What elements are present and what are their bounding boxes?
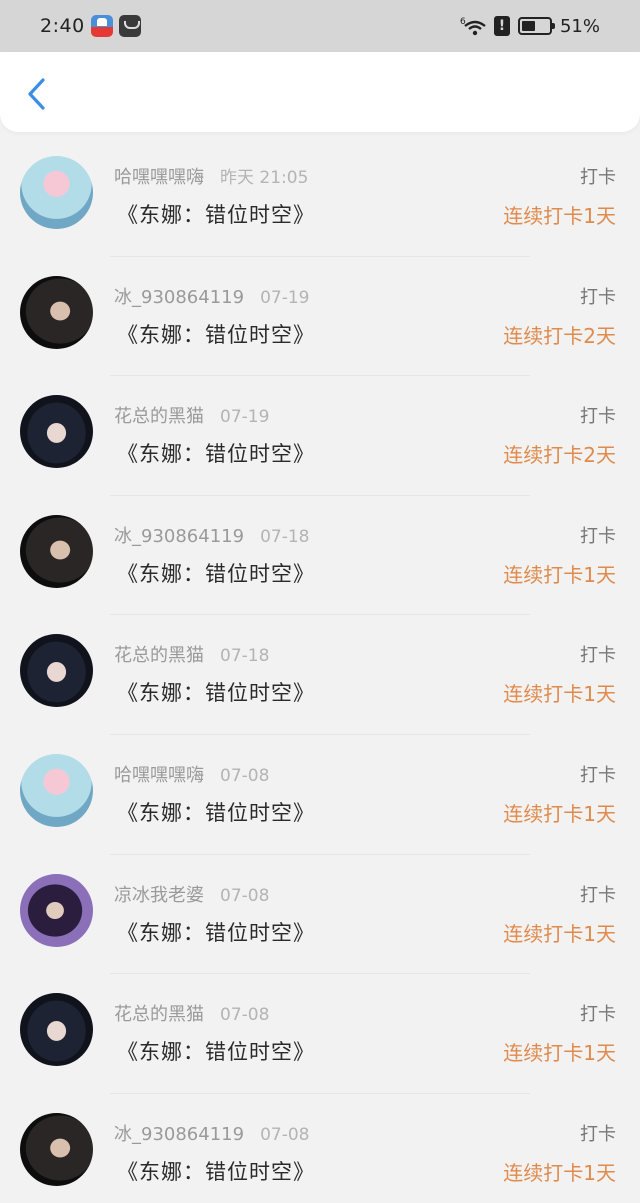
- user-name-text[interactable]: 凉冰我老婆: [114, 885, 204, 906]
- checkin-label: 打卡: [580, 406, 616, 428]
- user-name-text[interactable]: 哈嘿嘿嘿嗨: [114, 167, 204, 188]
- checkin-label: 打卡: [580, 286, 616, 308]
- avatar[interactable]: [20, 514, 93, 588]
- checkin-label: 打卡: [580, 764, 616, 786]
- checkin-label: 打卡: [580, 525, 616, 547]
- status-right: 6 ! 51%: [460, 16, 600, 37]
- book-title[interactable]: 《东娜：错位时空》: [117, 797, 315, 827]
- post-time: 07-08: [260, 1124, 310, 1145]
- user-name-text[interactable]: 哈嘿嘿嘿嗨: [114, 765, 204, 786]
- book-title[interactable]: 《东娜：错位时空》: [117, 438, 315, 468]
- streak-text: 连续打卡1天: [503, 682, 616, 707]
- streak-text: 连续打卡2天: [503, 323, 616, 348]
- list-item[interactable]: 冰_930864119 07-18 《东娜：错位时空》 打卡连续打卡1天: [0, 496, 640, 616]
- checkin-label: 打卡: [580, 645, 616, 667]
- avatar[interactable]: [20, 993, 93, 1067]
- list-item[interactable]: 花总的黑猫 07-19 《东娜：错位时空》 打卡连续打卡2天: [0, 376, 640, 496]
- streak-text: 连续打卡2天: [503, 443, 616, 468]
- checkin-list: 哈嘿嘿嘿嗨 昨天 21:05 《东娜：错位时空》 打卡 连续打卡1天 冰_93086411…: [0, 137, 640, 1203]
- list-item[interactable]: 冰_930864119 07-08 《东娜：错位时空》 打卡连续打卡1天: [0, 1094, 640, 1203]
- book-title[interactable]: 《东娜：错位时空》: [117, 917, 315, 947]
- news-app-icon: [90, 15, 113, 37]
- book-title[interactable]: 《东娜：错位时空》: [117, 677, 315, 707]
- list-item[interactable]: 花总的黑猫 07-08 《东娜：错位时空》 打卡连续打卡1天: [0, 974, 640, 1094]
- list-item[interactable]: 花总的黑猫 07-18 《东娜：错位时空》 打卡连续打卡1天: [0, 615, 640, 735]
- checkin-label: 打卡: [580, 167, 616, 188]
- status-time: 2:40: [40, 15, 85, 37]
- avatar[interactable]: [20, 156, 93, 229]
- avatar[interactable]: [20, 395, 93, 469]
- wifi-icon: 6: [460, 16, 486, 36]
- streak-text: 连续打卡1天: [503, 204, 616, 228]
- list-item[interactable]: 哈嘿嘿嘿嗨 07-08 《东娜：错位时空》 打卡连续打卡1天: [0, 735, 640, 855]
- status-bar: 2:40 6 ! 51%: [0, 0, 640, 52]
- streak-text: 连续打卡1天: [503, 1160, 616, 1185]
- user-name-text[interactable]: 花总的黑猫: [114, 645, 204, 666]
- avatar[interactable]: [20, 753, 93, 827]
- book-title[interactable]: 《东娜：错位时空》: [117, 1156, 315, 1186]
- user-name[interactable]: 凉冰我老婆 07-08: [114, 881, 269, 907]
- post-time: 07-19: [220, 407, 270, 428]
- post-time: 昨天 21:05: [220, 168, 309, 188]
- user-name[interactable]: 冰_930864119 07-08: [114, 1120, 309, 1146]
- user-name[interactable]: 哈嘿嘿嘿嗨 07-08: [114, 761, 269, 787]
- avatar[interactable]: [20, 275, 93, 349]
- battery-icon: [517, 17, 555, 35]
- shopping-bag-icon: [118, 15, 141, 37]
- book-title[interactable]: 《东娜：错位时空》: [117, 319, 315, 349]
- user-name-text[interactable]: 冰_930864119: [114, 287, 244, 308]
- header: [0, 52, 640, 132]
- checkin-label: 打卡: [580, 1004, 616, 1026]
- user-name-text[interactable]: 花总的黑猫: [114, 1004, 204, 1025]
- avatar[interactable]: [20, 634, 93, 708]
- post-time: 07-08: [220, 765, 270, 786]
- user-name-text[interactable]: 花总的黑猫: [114, 406, 204, 427]
- user-name[interactable]: 冰_930864119 07-18: [114, 522, 309, 548]
- post-time: 07-19: [260, 287, 310, 308]
- book-title[interactable]: 《东娜：错位时空》: [117, 199, 315, 229]
- back-button[interactable]: [18, 72, 54, 116]
- user-name-text[interactable]: 冰_930864119: [114, 526, 244, 547]
- user-name[interactable]: 花总的黑猫 07-18: [114, 641, 269, 667]
- battery-fill: [521, 21, 536, 31]
- user-name[interactable]: 花总的黑猫 07-08: [114, 1000, 269, 1026]
- list-item[interactable]: 哈嘿嘿嘿嗨 昨天 21:05 《东娜：错位时空》 打卡连续打卡1天: [0, 137, 640, 257]
- checkin-label: 打卡: [580, 1123, 616, 1145]
- streak-text: 连续打卡1天: [503, 562, 616, 587]
- post-time: 07-18: [220, 646, 270, 667]
- alert-icon: !: [493, 16, 510, 36]
- chevron-left-icon: [28, 78, 45, 110]
- user-name-text[interactable]: 冰_930864119: [114, 1124, 244, 1145]
- post-time: 07-08: [220, 885, 270, 906]
- avatar[interactable]: [20, 873, 93, 947]
- user-name[interactable]: 冰_930864119 07-19: [114, 283, 309, 309]
- book-title[interactable]: 《东娜：错位时空》: [117, 558, 315, 588]
- post-time: 07-18: [260, 526, 310, 547]
- avatar[interactable]: [20, 1112, 93, 1186]
- user-name[interactable]: 花总的黑猫 07-19: [114, 402, 269, 428]
- status-left: 2:40: [40, 15, 141, 37]
- book-title[interactable]: 《东娜：错位时空》: [117, 1036, 315, 1066]
- checkin-label: 打卡: [580, 884, 616, 906]
- list-item[interactable]: 冰_930864119 07-19 《东娜：错位时空》 打卡连续打卡2天: [0, 257, 640, 377]
- streak-text: 连续打卡1天: [503, 921, 616, 946]
- post-time: 07-08: [220, 1005, 270, 1026]
- streak-text: 连续打卡1天: [503, 1041, 616, 1066]
- user-name[interactable]: 哈嘿嘿嘿嗨 昨天 21:05: [114, 163, 308, 189]
- battery-percent: 51%: [559, 15, 600, 37]
- list-item[interactable]: 凉冰我老婆 07-08 《东娜：错位时空》 打卡连续打卡1天: [0, 855, 640, 975]
- streak-text: 连续打卡1天: [503, 801, 616, 826]
